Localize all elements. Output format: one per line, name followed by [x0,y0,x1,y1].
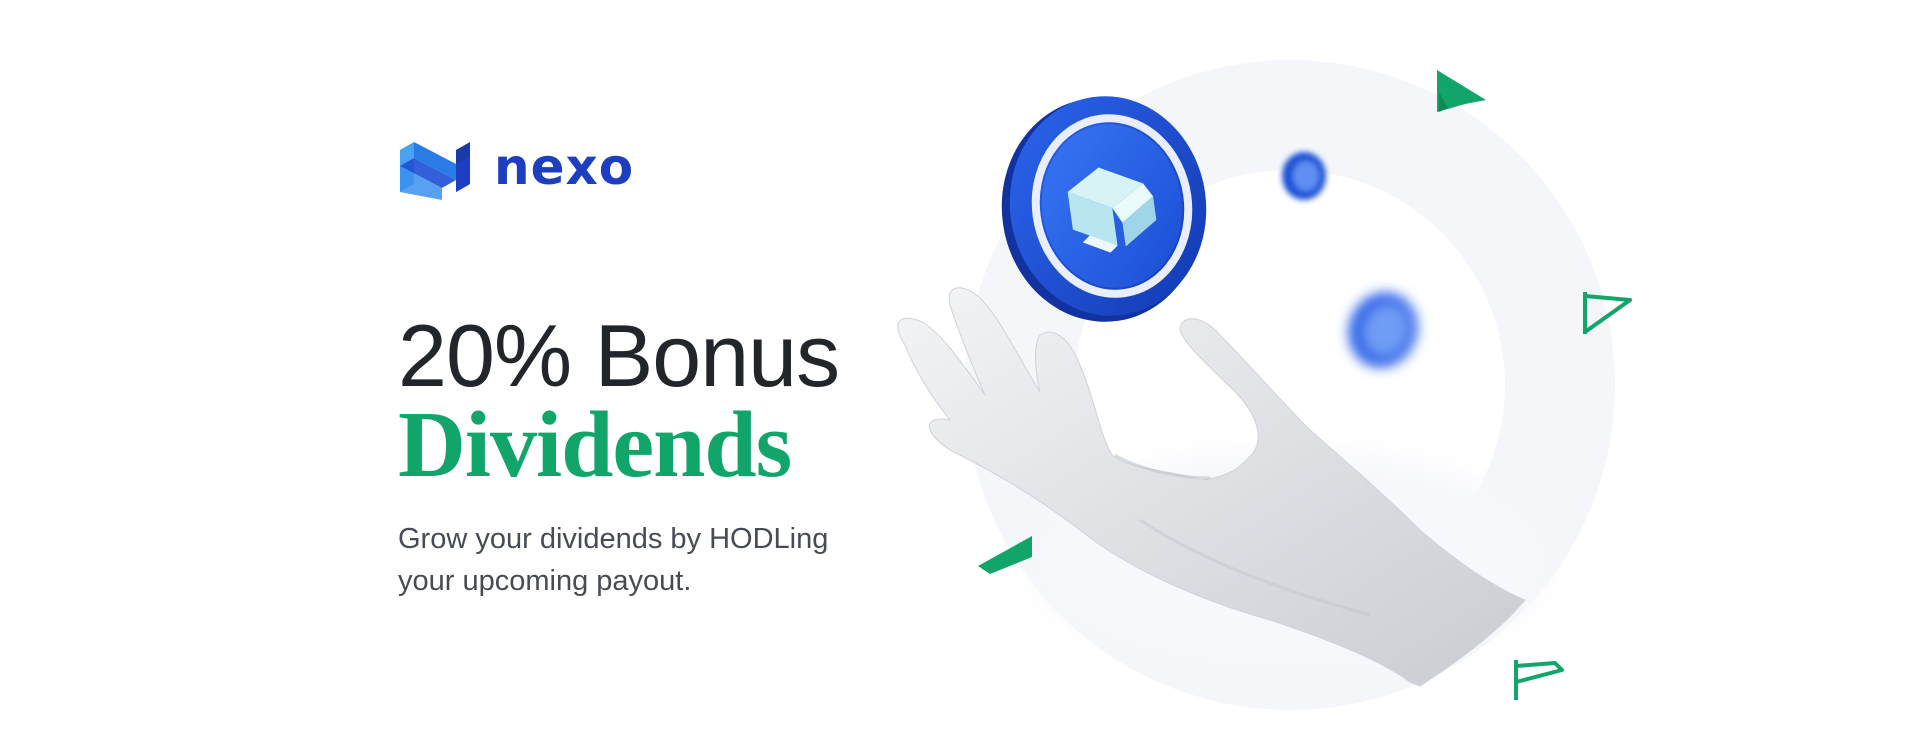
small-blurred-coin-icon [1282,152,1326,200]
hero-illustration [897,60,1632,710]
